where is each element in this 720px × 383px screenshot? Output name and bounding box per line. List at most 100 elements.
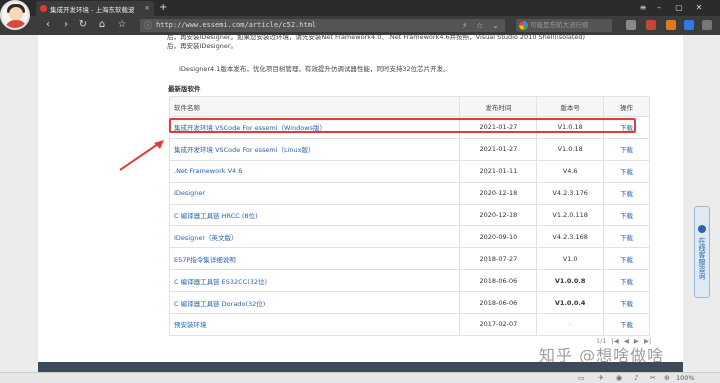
speed-icon[interactable]: ✈ xyxy=(598,374,604,383)
table-row: IDesigner（英文版） 2020-09-10 V4.2.3.168 下载 xyxy=(168,225,650,249)
status-bar: ▭ ✈ ◉ ♪ ✂ ⊕ 100% xyxy=(0,372,720,383)
download-link[interactable]: 下载 xyxy=(603,225,650,249)
table-row: C 编译器工具链 Dorado(32位) 2018-06-06 V1.0.0.4… xyxy=(168,291,650,315)
software-link[interactable]: 预安装环境 xyxy=(168,313,461,336)
title-bar: 集成开发环境 - 上海东软载波 × + ≡ – ▢ ✕ xyxy=(0,0,720,16)
download-link[interactable]: 下载 xyxy=(603,181,650,205)
table-row: IDesigner 2020-12-18 V4.2.3.176 下载 xyxy=(168,181,650,205)
table-row: ES7P指令集详细说明 2018-07-27 V1.0 下载 xyxy=(168,247,650,271)
share-icon[interactable]: ⚡ xyxy=(462,19,468,32)
url-text: http://www.essemi.com/article/c52.html xyxy=(156,21,317,29)
side-button-label: 在线客服咨询 xyxy=(698,237,706,280)
version: - xyxy=(536,313,605,336)
refresh-icon[interactable]: ↻ xyxy=(77,19,89,31)
search-input[interactable]: 可能是东航大流行病 xyxy=(516,19,612,32)
download-link[interactable]: 下载 xyxy=(603,247,650,271)
release-date: 2020-12-18 xyxy=(459,181,538,205)
table-row: C 编译器工具链 HRCC (8位) 2020-12-18 V1.2.0.118… xyxy=(168,203,650,227)
version: V4.6 xyxy=(536,159,605,183)
page-content: 后，再安装IDesigner。如果您安装过环境，请先安装Net Framewor… xyxy=(38,35,683,362)
software-table: 软件名称 发布时间 版本号 操作 集成开发环境 VSCode For essem… xyxy=(168,96,650,336)
annotation-arrow-icon xyxy=(119,140,164,171)
table-row: 集成开发环境 VSCode For essemi（Linux版） 2021-01… xyxy=(168,137,650,161)
tab-close-icon[interactable]: × xyxy=(144,4,150,12)
table-row: 预安装环境 2017-02-07 - 下载 xyxy=(168,313,650,336)
table-row: 集成开发环境 VSCode For essemi（Windows版） 2021-… xyxy=(168,116,650,139)
table-row: .Net Framework V4.6 2021-01-11 V4.6 下载 xyxy=(168,159,650,183)
minimize-icon[interactable]: – xyxy=(652,1,666,14)
online-service-button[interactable]: 在线客服咨询 xyxy=(694,206,710,298)
screenshot-icon[interactable]: ✂ xyxy=(650,374,656,383)
zoom-level[interactable]: 100% xyxy=(676,374,695,383)
software-link[interactable]: IDesigner xyxy=(168,181,461,205)
version: V1.0.0.8 xyxy=(536,269,605,293)
site-favicon-icon xyxy=(40,5,47,12)
table-row: C 编译器工具链 ES32CC(32位) 2018-06-06 V1.0.0.8… xyxy=(168,269,650,293)
intro-line-3: IDesigner4.1版本发布，优化项目树管理，有效提升仿调试器性能，同时支持… xyxy=(179,65,450,73)
software-link[interactable]: ES7P指令集详细说明 xyxy=(168,247,461,271)
home-icon[interactable]: ⌂ xyxy=(96,19,108,31)
search-engine-icon xyxy=(519,21,528,30)
download-link[interactable]: 下载 xyxy=(603,313,650,336)
header-action: 操作 xyxy=(603,96,650,117)
version: V4.2.3.176 xyxy=(536,181,605,205)
version: V4.2.3.168 xyxy=(536,225,605,249)
version: V1.0 xyxy=(536,247,605,271)
software-link[interactable]: IDesigner（英文版） xyxy=(168,225,461,249)
download-link[interactable]: 下载 xyxy=(603,269,650,293)
profile-avatar[interactable] xyxy=(0,0,30,30)
forward-icon[interactable]: › xyxy=(60,19,72,31)
release-date: 2017-02-07 xyxy=(459,313,538,336)
browser-tab[interactable]: 集成开发环境 - 上海东软载波 × xyxy=(36,1,154,16)
release-date: 2020-09-10 xyxy=(459,225,538,249)
download-status-icon[interactable]: ▭ xyxy=(578,374,585,383)
new-tab-button[interactable]: + xyxy=(159,1,167,15)
header-name: 软件名称 xyxy=(168,96,461,117)
watermark: 知乎 @想啥做啥 xyxy=(539,346,665,365)
download-link[interactable]: 下载 xyxy=(603,203,650,227)
release-date: 2018-06-06 xyxy=(459,269,538,293)
release-date: 2018-07-27 xyxy=(459,247,538,271)
translate-icon[interactable] xyxy=(684,20,694,30)
release-date: 2021-01-11 xyxy=(459,159,538,183)
zoom-icon[interactable]: ⊕ xyxy=(664,374,670,383)
download-link[interactable]: 下载 xyxy=(603,291,650,315)
table-header-row: 软件名称 发布时间 版本号 操作 xyxy=(168,96,650,117)
version: V1.0.0.4 xyxy=(536,291,605,315)
favorite-icon[interactable]: ☆ xyxy=(476,19,483,32)
download-link[interactable]: 下载 xyxy=(603,116,650,139)
intro-line-2: 后，再安装IDesigner。 xyxy=(167,42,238,50)
header-version: 版本号 xyxy=(536,96,605,117)
more-icon[interactable] xyxy=(702,20,712,30)
release-date: 2021-01-27 xyxy=(459,116,538,139)
address-bar[interactable]: ⓘ http://www.essemi.com/article/c52.html xyxy=(140,19,505,32)
download-link[interactable]: 下载 xyxy=(603,137,650,161)
software-link[interactable]: .Net Framework V4.6 xyxy=(168,159,461,183)
dropdown-icon[interactable]: ⌄ xyxy=(492,19,499,32)
back-icon[interactable]: ‹ xyxy=(42,19,54,31)
release-date: 2020-12-18 xyxy=(459,203,538,227)
extension-icon[interactable] xyxy=(666,20,676,30)
page-info-icon[interactable]: ⓘ xyxy=(144,19,152,32)
software-link[interactable]: C 编译器工具链 Dorado(32位) xyxy=(168,291,461,315)
close-window-icon[interactable]: ✕ xyxy=(692,1,706,14)
software-link[interactable]: C 编译器工具链 HRCC (8位) xyxy=(168,203,461,227)
maximize-icon[interactable]: ▢ xyxy=(672,1,686,14)
navigation-bar: ‹ › ↻ ⌂ ☆ ⓘ http://www.essemi.com/articl… xyxy=(0,16,720,35)
software-link[interactable]: 集成开发环境 VSCode For essemi（Linux版） xyxy=(168,137,461,161)
version: V1.0.18 xyxy=(536,137,605,161)
section-title: 最新版软件 xyxy=(168,85,201,93)
header-date: 发布时间 xyxy=(459,96,538,117)
camera-icon[interactable]: ◉ xyxy=(616,374,622,383)
tab-title: 集成开发环境 - 上海东软载波 xyxy=(50,5,135,14)
sound-icon[interactable]: ♪ xyxy=(634,374,638,383)
game-icon[interactable] xyxy=(646,20,656,30)
menu-icon[interactable]: ≡ xyxy=(636,1,650,14)
bookmark-star-icon[interactable]: ☆ xyxy=(116,19,128,31)
release-date: 2018-06-06 xyxy=(459,291,538,315)
software-link[interactable]: C 编译器工具链 ES32CC(32位) xyxy=(168,269,461,293)
grid-icon[interactable] xyxy=(626,20,636,30)
version: V1.0.18 xyxy=(536,116,605,139)
download-link[interactable]: 下载 xyxy=(603,159,650,183)
software-link[interactable]: 集成开发环境 VSCode For essemi（Windows版） xyxy=(168,116,461,139)
